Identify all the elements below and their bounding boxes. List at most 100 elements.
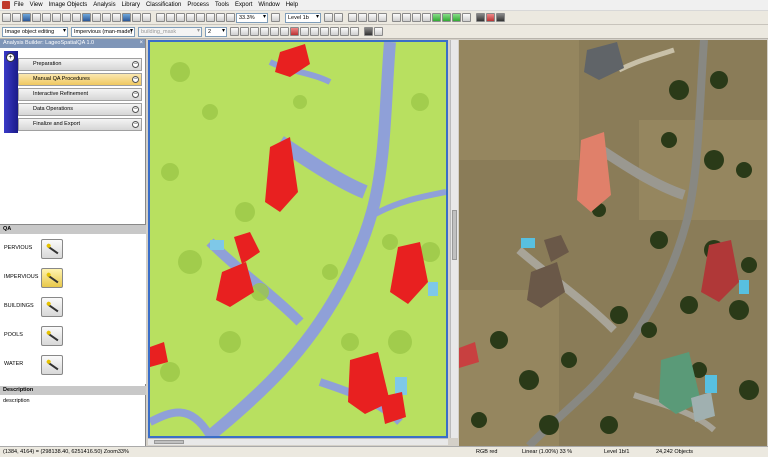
fill-icon[interactable] bbox=[300, 27, 309, 36]
menu-image-objects[interactable]: Image Objects bbox=[49, 2, 88, 8]
settings-icon[interactable] bbox=[496, 13, 505, 22]
print-icon[interactable] bbox=[32, 13, 41, 22]
collapse-icon[interactable]: − bbox=[132, 76, 139, 83]
new-project-icon[interactable] bbox=[2, 13, 11, 22]
run-step-icon[interactable] bbox=[442, 13, 451, 22]
collapse-icon[interactable]: − bbox=[132, 121, 139, 128]
layer-icon[interactable] bbox=[82, 13, 91, 22]
menu-analysis[interactable]: Analysis bbox=[93, 2, 115, 8]
play-icon[interactable] bbox=[452, 13, 461, 22]
zoom-out-icon[interactable] bbox=[186, 13, 195, 22]
minus-icon[interactable] bbox=[216, 13, 225, 22]
redo-icon[interactable] bbox=[72, 13, 81, 22]
thematic-layer-combo[interactable]: building_mask bbox=[138, 26, 202, 37]
level-up-icon[interactable] bbox=[334, 13, 343, 22]
process-tree-icon[interactable] bbox=[412, 13, 421, 22]
grow-icon[interactable] bbox=[340, 27, 349, 36]
help-icon[interactable] bbox=[142, 13, 151, 22]
classification-view-icon[interactable] bbox=[358, 13, 367, 22]
mode-combo[interactable]: Image object editing bbox=[2, 26, 68, 37]
pause-icon[interactable] bbox=[462, 13, 471, 22]
pointer-icon[interactable] bbox=[156, 13, 165, 22]
zoom-area-icon[interactable] bbox=[196, 13, 205, 22]
select-icon[interactable] bbox=[230, 27, 239, 36]
collapse-icon[interactable]: − bbox=[132, 91, 139, 98]
menu-help[interactable]: Help bbox=[286, 2, 298, 8]
window-icon[interactable] bbox=[132, 13, 141, 22]
stop-icon[interactable] bbox=[486, 13, 495, 22]
horizontal-scrollbar[interactable] bbox=[148, 438, 448, 445]
table-icon[interactable] bbox=[102, 13, 111, 22]
water-button[interactable] bbox=[41, 355, 63, 375]
merge-icon[interactable] bbox=[250, 27, 259, 36]
wand-icon bbox=[47, 303, 59, 313]
step-preparation[interactable]: Preparation − bbox=[18, 58, 142, 71]
menu-file[interactable]: File bbox=[14, 2, 24, 8]
menu-export[interactable]: Export bbox=[235, 2, 252, 8]
shrink-icon[interactable] bbox=[350, 27, 359, 36]
buildings-button[interactable] bbox=[41, 297, 63, 317]
process-rail bbox=[4, 51, 18, 133]
layer-mix-icon[interactable] bbox=[378, 13, 387, 22]
level-combo[interactable]: Level 1b bbox=[285, 12, 321, 23]
undo-edit-icon[interactable] bbox=[320, 27, 329, 36]
step-data-operations[interactable]: Data Operations − bbox=[18, 103, 142, 116]
rectangle-icon[interactable] bbox=[270, 27, 279, 36]
add-action-icon[interactable]: + bbox=[6, 53, 15, 62]
plus-icon[interactable] bbox=[226, 13, 235, 22]
vertical-scrollbar[interactable] bbox=[450, 40, 458, 438]
impervious-button[interactable] bbox=[41, 268, 63, 288]
paste-icon[interactable] bbox=[52, 13, 61, 22]
class-hierarchy-icon[interactable] bbox=[422, 13, 431, 22]
vertical-scroll-thumb[interactable] bbox=[452, 210, 457, 260]
info-icon[interactable] bbox=[476, 13, 485, 22]
grid-view-icon[interactable] bbox=[364, 27, 373, 36]
pools-button[interactable] bbox=[41, 326, 63, 346]
brush-size-combo[interactable]: 2 bbox=[205, 26, 227, 37]
qa-row-pervious: PERVIOUS bbox=[3, 237, 143, 261]
cut-icon[interactable] bbox=[260, 27, 269, 36]
menu-classification[interactable]: Classification bbox=[146, 2, 181, 8]
image-layers-icon[interactable] bbox=[348, 13, 357, 22]
zoom-apply-icon[interactable] bbox=[271, 13, 280, 22]
zoom-in-icon[interactable] bbox=[176, 13, 185, 22]
step-interactive-refinement[interactable]: Interactive Refinement − bbox=[18, 88, 142, 101]
undo-icon[interactable] bbox=[62, 13, 71, 22]
step-manual-qa[interactable]: Manual QA Procedures − bbox=[18, 73, 142, 86]
save-icon[interactable] bbox=[22, 13, 31, 22]
delete-icon[interactable] bbox=[290, 27, 299, 36]
zoom-combo[interactable]: 33.3% bbox=[236, 12, 268, 23]
objects-icon[interactable] bbox=[402, 13, 411, 22]
brush-icon[interactable] bbox=[280, 27, 289, 36]
split-view-icon[interactable] bbox=[374, 27, 383, 36]
menu-tools[interactable]: Tools bbox=[215, 2, 229, 8]
image-icon[interactable] bbox=[392, 13, 401, 22]
pervious-button[interactable] bbox=[41, 239, 63, 259]
open-icon[interactable] bbox=[12, 13, 21, 22]
copy-icon[interactable] bbox=[42, 13, 51, 22]
menu-view[interactable]: View bbox=[30, 2, 43, 8]
redo-edit-icon[interactable] bbox=[330, 27, 339, 36]
class-combo[interactable]: Impervious (man-made) bbox=[71, 26, 135, 37]
menu-process[interactable]: Process bbox=[187, 2, 209, 8]
imagery-view[interactable] bbox=[459, 40, 767, 446]
collapse-icon[interactable]: − bbox=[132, 61, 139, 68]
outline-icon[interactable] bbox=[368, 13, 377, 22]
stretch-info: Linear (1.00%) 33 % bbox=[522, 449, 573, 455]
classification-view[interactable] bbox=[148, 40, 448, 438]
level-down-icon[interactable] bbox=[324, 13, 333, 22]
pick-icon[interactable] bbox=[310, 27, 319, 36]
grid-icon[interactable] bbox=[92, 13, 101, 22]
polygon-icon[interactable] bbox=[240, 27, 249, 36]
menu-library[interactable]: Library bbox=[122, 2, 140, 8]
zoom-fit-icon[interactable] bbox=[206, 13, 215, 22]
view-icon[interactable] bbox=[122, 13, 131, 22]
pan-icon[interactable] bbox=[166, 13, 175, 22]
step-finalize-export[interactable]: Finalize and Export − bbox=[18, 118, 142, 131]
collapse-icon[interactable]: − bbox=[132, 106, 139, 113]
chart-icon[interactable] bbox=[112, 13, 121, 22]
run-icon[interactable] bbox=[432, 13, 441, 22]
menu-window[interactable]: Window bbox=[258, 2, 279, 8]
horizontal-scroll-thumb[interactable] bbox=[154, 440, 184, 444]
close-icon[interactable]: × bbox=[139, 39, 143, 48]
